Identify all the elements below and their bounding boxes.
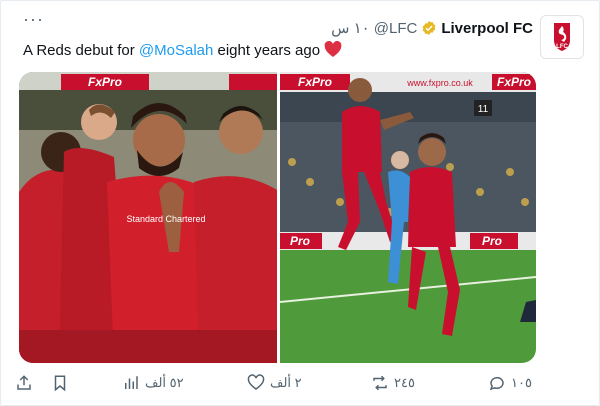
action-bar: ٥٢ ألف ٢ ألف ٢٤٥ ١٠٥: [1, 374, 600, 400]
bookmark-icon: [54, 375, 66, 392]
ad-board-text-2: FxPro: [298, 75, 332, 89]
ad-board-text: FxPro: [88, 75, 122, 89]
media-grid[interactable]: FxPro Standard Chartered FxPro www.fxpro…: [19, 72, 536, 363]
retweets-count: ٢٤٥: [394, 375, 415, 390]
retweet-button[interactable]: ٢٤٥: [371, 374, 415, 392]
scoreboard-number: 11: [478, 104, 489, 115]
ad-board-text-4: Pro: [290, 234, 310, 248]
share-button[interactable]: [15, 374, 33, 392]
shirt-sponsor-text: Standard Chartered: [126, 214, 205, 224]
tweet-time[interactable]: ١٠ س: [331, 19, 370, 37]
tweet-text-start: A Reds debut for: [23, 42, 139, 59]
retweet-icon: [373, 375, 387, 391]
account-name[interactable]: Liverpool FC: [441, 20, 533, 37]
replies-count: ١٠٥: [511, 375, 532, 390]
tweet-text: A Reds debut for @MoSalah eight years ag…: [23, 41, 342, 59]
verified-badge-icon: [422, 21, 436, 35]
tweet-handle[interactable]: @LFC: [374, 20, 418, 37]
photo-celebration[interactable]: FxPro Standard Chartered: [19, 72, 277, 363]
ad-board-text-5: Pro: [482, 234, 502, 248]
red-heart-emoji-icon: [324, 41, 342, 57]
like-button[interactable]: ٢ ألف: [247, 374, 302, 392]
more-options-icon[interactable]: ···: [23, 10, 44, 28]
bookmark-button[interactable]: [51, 374, 69, 392]
tweet-text-end: eight years ago: [213, 42, 321, 59]
tweet-card[interactable]: ··· ١٠ س @LFC Liverpool FC LFC A Reds de…: [0, 0, 600, 406]
reply-button[interactable]: ١٠٥: [488, 374, 532, 392]
photo-run[interactable]: FxPro www.fxpro.co.uk FxPro 11 Pro Pro: [280, 72, 536, 363]
views-icon: [125, 376, 138, 389]
avatar[interactable]: LFC: [540, 15, 584, 59]
views-button[interactable]: ٥٢ ألف: [122, 374, 184, 392]
mention-link[interactable]: @MoSalah: [139, 42, 213, 59]
share-icon: [17, 375, 31, 390]
tweet-header: ١٠ س @LFC Liverpool FC: [331, 19, 533, 38]
avatar-text: LFC: [556, 44, 568, 50]
ad-board-text-3: FxPro: [497, 75, 531, 89]
ad-board-url: www.fxpro.co.uk: [406, 78, 473, 88]
likes-count: ٢ ألف: [270, 375, 302, 390]
views-count: ٥٢ ألف: [145, 375, 184, 390]
lfc-crest-icon: LFC: [554, 23, 570, 51]
heart-icon: [247, 374, 265, 390]
reply-icon: [489, 377, 504, 391]
